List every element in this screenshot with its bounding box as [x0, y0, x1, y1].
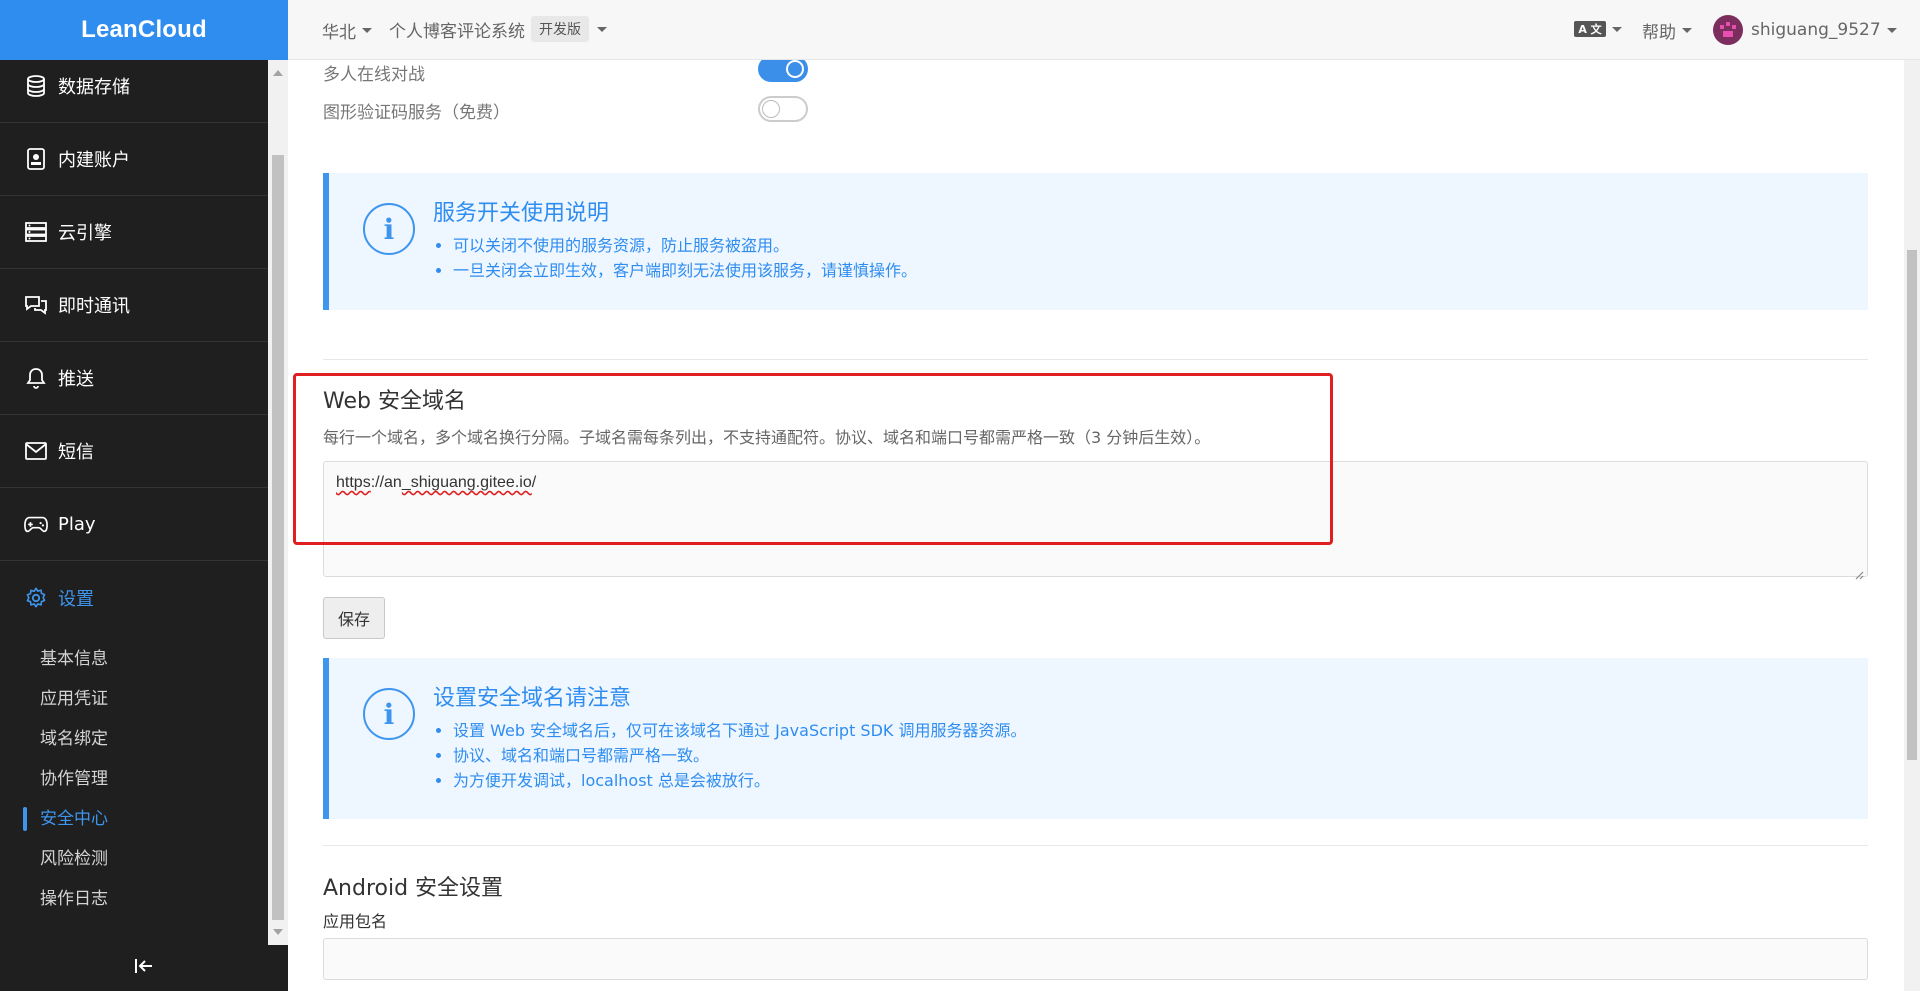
sidebar: LeanCloud 数据存储 内建账户 云引擎 即时通讯 推送 短信 Play …: [0, 0, 288, 991]
sidebar-item-im[interactable]: 即时通讯: [0, 269, 268, 342]
app-name: 个人博客评论系统: [389, 21, 525, 42]
top-header: 华北 个人博客评论系统 开发版 A 文 帮助 shiguang_9527: [288, 0, 1920, 60]
section-divider: [323, 359, 1868, 360]
sidebar-scroll-area: 数据存储 内建账户 云引擎 即时通讯 推送 短信 Play 设置 基本信息 应用…: [0, 60, 268, 945]
sidebar-item-play[interactable]: Play: [0, 488, 268, 561]
domain-text-rest: ://an: [370, 474, 402, 491]
chevron-down-icon: [1682, 28, 1692, 33]
sidebar-item-data-storage[interactable]: 数据存储: [0, 60, 268, 123]
notice-title: 设置安全域名请注意: [433, 686, 632, 711]
sidebar-item-push[interactable]: 推送: [0, 342, 268, 415]
notice-title: 服务开关使用说明: [433, 201, 610, 226]
textarea-resize-handle-icon[interactable]: [1854, 565, 1864, 580]
sidebar-item-label: 短信: [58, 442, 94, 463]
sub-item-domain-binding[interactable]: 域名绑定: [40, 727, 108, 751]
account-icon: [24, 147, 48, 171]
android-section-title: Android 安全设置: [323, 876, 504, 901]
active-sub-item-marker: [23, 807, 27, 831]
app-logo[interactable]: LeanCloud: [0, 0, 288, 60]
web-domain-description: 每行一个域名，多个域名换行分隔。子域名需每条列出，不支持通配符。协议、域名和端口…: [323, 428, 1211, 447]
service-label: 图形验证码服务（免费）: [323, 103, 510, 123]
gamepad-icon: [24, 512, 48, 536]
chevron-down-icon: [1886, 27, 1897, 33]
app-switcher-dropdown[interactable]: 个人博客评论系统 开发版: [389, 16, 607, 42]
sidebar-item-sms[interactable]: 短信: [0, 415, 268, 488]
domain-notice-box: i 设置安全域名请注意 设置 Web 安全域名后，仅可在该域名下通过 JavaS…: [323, 658, 1868, 819]
sub-item-app-keys[interactable]: 应用凭证: [40, 687, 108, 711]
main-scrollbar-thumb[interactable]: [1907, 250, 1917, 760]
region-dropdown[interactable]: 华北: [322, 18, 372, 43]
domain-text-host: _shiguang.gitee.io: [401, 474, 532, 491]
username: shiguang_9527: [1751, 20, 1881, 40]
service-row-captcha: 图形验证码服务（免费）: [323, 98, 510, 123]
server-icon: [24, 220, 48, 244]
user-menu-dropdown[interactable]: shiguang_9527: [1713, 15, 1897, 45]
sidebar-item-label: Play: [58, 513, 96, 535]
language-dropdown[interactable]: A 文: [1574, 21, 1622, 37]
sidebar-item-label: 云引擎: [58, 223, 112, 244]
sub-item-risk-detection[interactable]: 风险检测: [40, 847, 108, 871]
package-name-input[interactable]: [323, 938, 1868, 980]
scroll-up-arrow-icon[interactable]: [273, 70, 283, 76]
notice-item: 可以关闭不使用的服务资源，防止服务被盗用。: [453, 233, 917, 258]
save-button[interactable]: 保存: [323, 597, 385, 639]
collapse-sidebar-icon: [134, 958, 154, 978]
chevron-down-icon: [597, 26, 607, 32]
mail-icon: [24, 439, 48, 463]
sidebar-scrollbar-thumb[interactable]: [272, 155, 284, 920]
web-domain-title: Web 安全域名: [323, 389, 466, 414]
service-row-multiplayer: 多人在线对战: [323, 60, 425, 85]
gear-icon: [24, 586, 48, 610]
domain-text-tail: /: [531, 474, 537, 491]
notice-item: 为方便开发调试，localhost 总是会被放行。: [453, 768, 1027, 793]
info-icon: i: [363, 203, 415, 255]
collapse-sidebar-button[interactable]: [0, 945, 288, 991]
package-name-label: 应用包名: [323, 912, 388, 931]
plan-badge: 开发版: [531, 16, 589, 42]
service-notice-box: i 服务开关使用说明 可以关闭不使用的服务资源，防止服务被盗用。 一旦关闭会立即…: [323, 173, 1868, 310]
sidebar-item-settings[interactable]: 设置: [0, 561, 268, 634]
sub-item-audit-log[interactable]: 操作日志: [40, 887, 108, 911]
service-label: 多人在线对战: [323, 65, 425, 85]
translate-icon: A 文: [1574, 21, 1606, 37]
chevron-down-icon: [362, 28, 372, 33]
avatar: [1713, 15, 1743, 45]
sidebar-item-cloud-engine[interactable]: 云引擎: [0, 196, 268, 269]
multiplayer-toggle[interactable]: [758, 60, 808, 82]
sidebar-item-label: 推送: [58, 369, 94, 390]
sidebar-item-label: 即时通讯: [58, 296, 130, 317]
notice-list: 可以关闭不使用的服务资源，防止服务被盗用。 一旦关闭会立即生效，客户端即刻无法使…: [453, 233, 917, 283]
info-icon: i: [363, 688, 415, 740]
section-divider: [323, 845, 1868, 846]
domain-text-scheme: https: [336, 474, 371, 491]
region-label: 华北: [322, 23, 356, 43]
notice-item: 协议、域名和端口号都需严格一致。: [453, 743, 1027, 768]
toggle-knob: [786, 60, 804, 78]
web-domain-textarea[interactable]: https://an_shiguang.gitee.io/: [323, 461, 1868, 577]
notice-item: 设置 Web 安全域名后，仅可在该域名下通过 JavaScript SDK 调用…: [453, 718, 1027, 743]
scroll-down-arrow-icon[interactable]: [273, 929, 283, 935]
chat-icon: [24, 293, 48, 317]
toggle-knob: [762, 100, 780, 118]
sub-item-collaborators[interactable]: 协作管理: [40, 767, 108, 791]
captcha-toggle[interactable]: [758, 96, 808, 122]
sidebar-scrollbar[interactable]: [268, 60, 288, 945]
sidebar-item-label: 设置: [58, 588, 94, 610]
sub-item-basic-info[interactable]: 基本信息: [40, 647, 108, 671]
sub-item-security-center[interactable]: 安全中心: [40, 807, 108, 831]
bell-icon: [24, 366, 48, 390]
main-content: 多人在线对战 图形验证码服务（免费） i 服务开关使用说明 可以关闭不使用的服务…: [288, 60, 1904, 991]
sidebar-item-label: 数据存储: [58, 77, 130, 98]
sidebar-item-accounts[interactable]: 内建账户: [0, 123, 268, 196]
sidebar-item-label: 内建账户: [58, 150, 130, 171]
database-icon: [24, 74, 48, 98]
notice-item: 一旦关闭会立即生效，客户端即刻无法使用该服务，请谨慎操作。: [453, 258, 917, 283]
notice-list: 设置 Web 安全域名后，仅可在该域名下通过 JavaScript SDK 调用…: [453, 718, 1027, 793]
main-scrollbar[interactable]: [1904, 60, 1920, 991]
help-dropdown[interactable]: 帮助: [1642, 18, 1692, 43]
help-label: 帮助: [1642, 23, 1676, 43]
chevron-down-icon: [1612, 26, 1622, 32]
